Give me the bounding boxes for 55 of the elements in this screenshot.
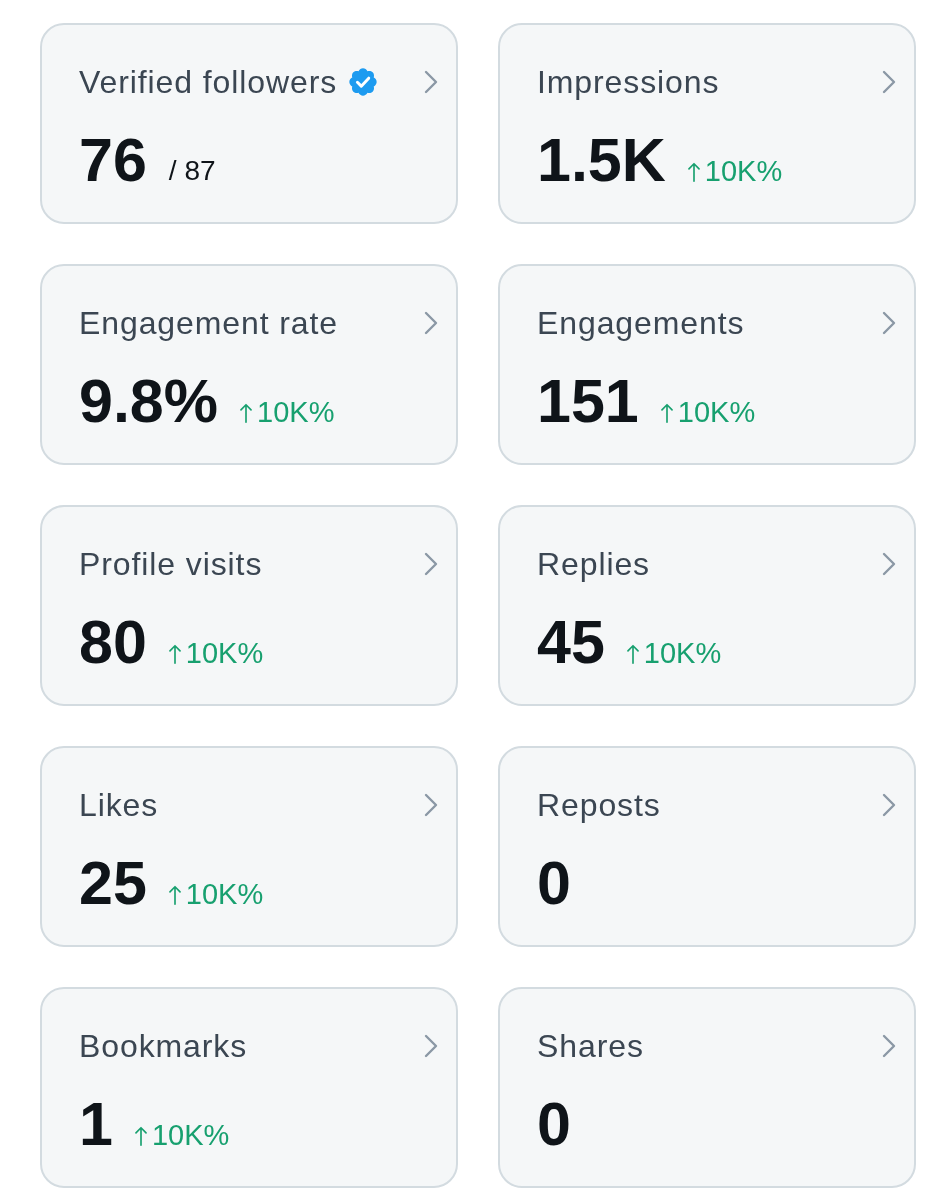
chevron-right-icon (882, 552, 896, 576)
stat-value: 151 (537, 370, 639, 432)
arrow-up-icon (167, 884, 182, 906)
stat-card[interactable]: Impressions 1.5K 10K% (498, 23, 916, 224)
arrow-up-icon (659, 402, 674, 424)
chevron-right-icon (424, 793, 438, 817)
trend-percentage: 10K% (257, 395, 335, 429)
stat-value: 25 (79, 852, 147, 914)
chevron-right-icon (424, 1034, 438, 1058)
stat-title: Shares (537, 1027, 644, 1065)
stat-title: Engagements (537, 304, 745, 342)
stat-card[interactable]: Engagement rate 9.8% 10K% (40, 264, 458, 465)
chevron-right-icon (424, 70, 438, 94)
chevron-right-icon (882, 793, 896, 817)
stat-title: Likes (79, 786, 159, 824)
arrow-up-icon (133, 1125, 148, 1147)
stat-card[interactable]: Profile visits 80 10K% (40, 505, 458, 706)
stat-title: Reposts (537, 786, 661, 824)
stat-value: 9.8% (79, 370, 219, 432)
chevron-right-icon (882, 311, 896, 335)
stat-value: 80 (79, 611, 147, 673)
arrow-up-icon (686, 161, 701, 183)
stat-card[interactable]: Engagements 151 10K% (498, 264, 916, 465)
stat-value: 76 (79, 129, 147, 191)
stat-value: 45 (537, 611, 605, 673)
arrow-up-icon (167, 643, 182, 665)
trend-percentage: 10K% (704, 154, 783, 188)
stat-title: Profile visits (79, 545, 263, 583)
stat-card[interactable]: Bookmarks 1 10K% (40, 987, 458, 1188)
stat-title: Bookmarks (79, 1027, 248, 1065)
stat-total: / 87 (168, 155, 216, 187)
trend-percentage: 10K% (185, 636, 264, 670)
stat-value: 1 (79, 1093, 113, 1155)
stat-value: 1.5K (537, 129, 666, 191)
stat-title: Engagement rate (79, 304, 338, 342)
stat-value: 0 (537, 1093, 571, 1155)
stat-value: 0 (537, 852, 571, 914)
stat-card[interactable]: Reposts 0 (498, 746, 916, 947)
trend-percentage: 10K% (185, 877, 264, 911)
stat-title: Impressions (537, 63, 720, 101)
trend-percentage: 10K% (643, 636, 722, 670)
stat-title: Replies (537, 545, 651, 583)
arrow-up-icon (239, 402, 254, 424)
trend-percentage: 10K% (677, 395, 756, 429)
stat-card[interactable]: Replies 45 10K% (498, 505, 916, 706)
stat-card[interactable]: Shares 0 (498, 987, 916, 1188)
chevron-right-icon (882, 1034, 896, 1058)
arrow-up-icon (625, 643, 640, 665)
chevron-right-icon (424, 311, 438, 335)
trend-percentage: 10K% (151, 1118, 230, 1152)
chevron-right-icon (424, 552, 438, 576)
stat-card[interactable]: Verified followers 76 / 87 (40, 23, 458, 224)
stat-card[interactable]: Likes 25 10K% (40, 746, 458, 947)
stat-title: Verified followers (79, 63, 338, 101)
chevron-right-icon (882, 70, 896, 94)
